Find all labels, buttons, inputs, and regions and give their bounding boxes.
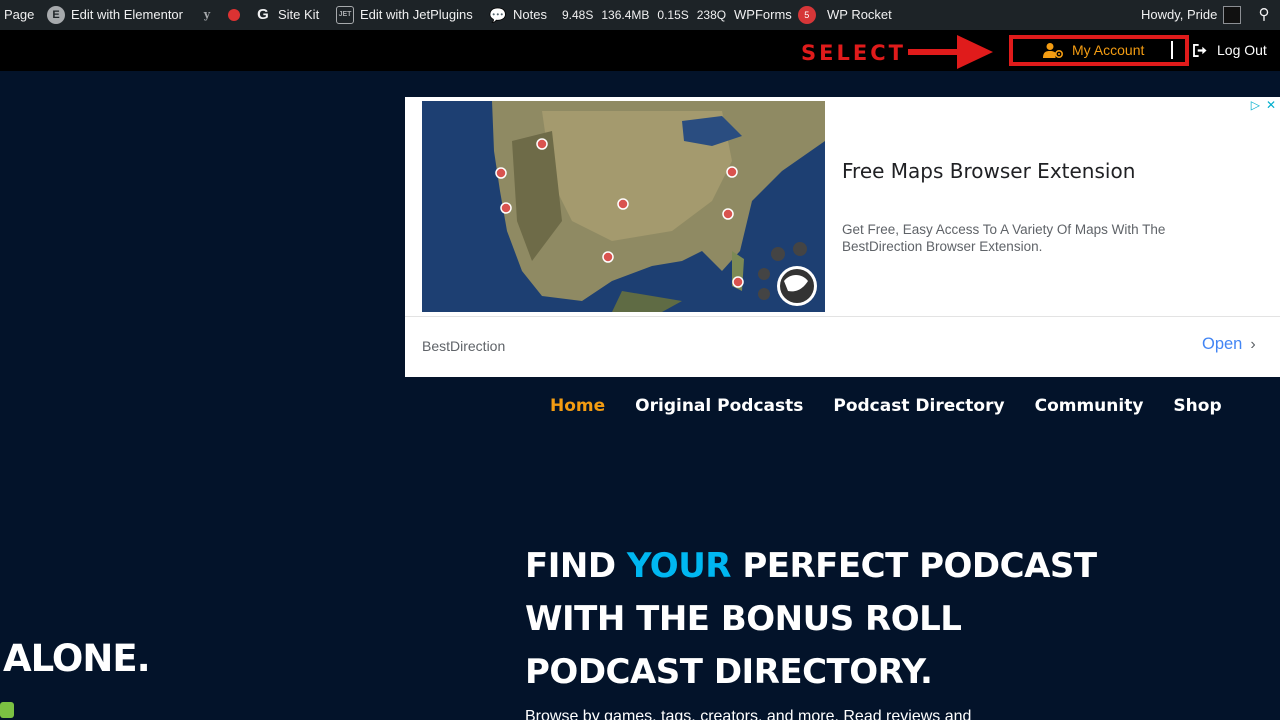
nav-community[interactable]: Community (1035, 396, 1144, 416)
hero-heading-line-3: PODCAST DIRECTORY. (525, 652, 933, 692)
ad-advertiser: BestDirection (422, 338, 506, 354)
hero-line1-pre: FIND (525, 546, 627, 586)
ad-open-label: Open (1202, 335, 1243, 353)
nav-podcast-directory[interactable]: Podcast Directory (833, 396, 1004, 416)
search-icon: ⚲ (1258, 6, 1270, 23)
annotation-arrow-icon (957, 35, 993, 69)
close-icon[interactable]: ✕ (1266, 98, 1276, 112)
ad-choices-icon[interactable]: ▷ (1251, 98, 1260, 112)
perf-db-time: 0.15S (657, 8, 689, 22)
advertisement[interactable]: ▷ ✕ Free Maps Browser Extension Get Free… (405, 97, 1280, 377)
select-annotation-label: SELECT (801, 41, 906, 65)
hero-highlight: YOUR (626, 546, 732, 586)
speech-bubble-icon: 💬 (489, 7, 507, 23)
adminbar-wpforms[interactable]: WPForms 5 (734, 0, 816, 30)
adminbar-search[interactable]: ⚲ (1255, 0, 1273, 30)
adminbar-notes-label: Notes (513, 7, 547, 22)
log-out-icon (1193, 43, 1207, 57)
perf-queries: 238Q (696, 8, 727, 22)
adminbar-site-kit[interactable]: G Site Kit (254, 0, 319, 30)
hero-subtitle: Browse by games, tags, creators, and mor… (525, 708, 972, 720)
adminbar-yoast[interactable]: y (198, 0, 216, 30)
log-out-link[interactable]: Log Out (1193, 41, 1267, 59)
nav-shop[interactable]: Shop (1173, 396, 1221, 416)
perf-memory: 136.4MB (601, 8, 650, 22)
adminbar-notes[interactable]: 💬 Notes (489, 0, 547, 30)
adminbar-wp-rocket-label: WP Rocket (827, 7, 892, 22)
adminbar-my-account[interactable]: Howdy, Pride (1141, 0, 1242, 30)
jetplugins-icon: JET (336, 6, 354, 24)
ad-open-button[interactable]: Open › (1202, 335, 1256, 354)
nav-original-podcasts[interactable]: Original Podcasts (635, 396, 803, 416)
hero-heading: FIND YOUR PERFECT PODCAST WITH THE BONUS… (525, 540, 1265, 699)
ad-map-image[interactable] (422, 101, 825, 312)
adminbar-site-kit-label: Site Kit (278, 7, 320, 22)
annotation-arrow-shaft (908, 49, 960, 55)
avatar (1223, 6, 1242, 24)
perf-time: 9.48S (562, 8, 594, 22)
ad-choices[interactable]: ▷ ✕ (1251, 98, 1276, 112)
wpforms-count-badge: 5 (797, 6, 816, 24)
ad-divider (405, 316, 1280, 317)
hero-line1-post: PERFECT PODCAST (731, 546, 1097, 586)
my-account-label: My Account (1072, 42, 1145, 58)
adminbar-edit-elementor-label: Edit with Elementor (71, 7, 183, 22)
adminbar-edit-jet-label: Edit with JetPlugins (360, 7, 473, 22)
my-account-link[interactable]: My Account (1043, 40, 1144, 60)
adminbar-query-monitor[interactable]: 9.48S 136.4MB 0.15S 238Q (562, 0, 726, 30)
elementor-icon: E (47, 6, 65, 24)
log-out-label: Log Out (1217, 42, 1267, 58)
user-cog-icon (1043, 43, 1063, 58)
slider-heading-fragment: ALONE. (3, 637, 151, 680)
adminbar-edit-elementor[interactable]: E Edit with Elementor (47, 0, 183, 30)
green-indicator (0, 702, 14, 718)
ad-title[interactable]: Free Maps Browser Extension (842, 159, 1135, 183)
adminbar-wpforms-label: WPForms (734, 7, 792, 22)
chevron-right-icon: › (1250, 335, 1256, 353)
adminbar-page[interactable]: Page (4, 0, 34, 30)
adminbar-howdy-label: Howdy, Pride (1141, 7, 1218, 22)
google-icon: G (257, 6, 269, 23)
yoast-icon: y (203, 8, 211, 21)
nav-home[interactable]: Home (550, 396, 605, 416)
hero-heading-line-1: FIND YOUR PERFECT PODCAST (525, 540, 1265, 593)
ad-description: Get Free, Easy Access To A Variety Of Ma… (842, 222, 1166, 254)
wp-admin-bar: Page E Edit with Elementor y G Site Kit … (0, 0, 1280, 30)
adminbar-wp-rocket[interactable]: WP Rocket (827, 0, 892, 30)
main-navigation: Home Original Podcasts Podcast Directory… (550, 396, 1222, 416)
hero-heading-line-2: WITH THE BONUS ROLL (525, 599, 962, 639)
seo-status-dot-icon (228, 9, 240, 21)
text-cursor (1171, 41, 1173, 59)
adminbar-page-label: Page (4, 7, 35, 22)
adminbar-edit-jet[interactable]: JET Edit with JetPlugins (336, 0, 473, 30)
adminbar-seo-status[interactable] (228, 0, 240, 30)
